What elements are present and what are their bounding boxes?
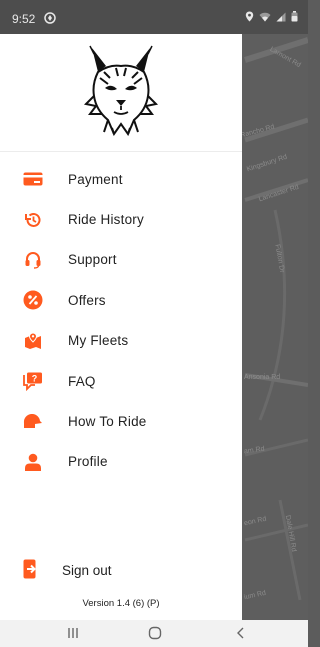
menu-item-label: My Fleets <box>68 333 129 349</box>
home-button[interactable] <box>148 626 162 645</box>
app-version: Version 1.4 (6) (P) <box>82 598 160 609</box>
lynx-logo <box>83 45 159 136</box>
menu-item-offers[interactable]: Offers <box>0 280 242 320</box>
menu-item-label: Payment <box>68 171 123 187</box>
credit-card-icon <box>22 168 44 190</box>
helmet-icon <box>22 411 44 433</box>
signal-icon <box>276 11 286 25</box>
wifi-icon <box>259 11 271 25</box>
question-chat-icon: ? <box>22 370 44 392</box>
menu-item-label: FAQ <box>68 373 96 389</box>
menu-item-label: Support <box>68 252 117 268</box>
sign-out-label: Sign out <box>62 562 112 578</box>
app-notification-icon <box>44 12 56 27</box>
status-time: 9:52 <box>12 12 36 26</box>
svg-text:?: ? <box>32 373 38 383</box>
sign-out-icon <box>23 559 41 584</box>
street-label: Ansonia Rd <box>244 374 281 381</box>
location-icon <box>245 11 254 25</box>
menu-item-label: Offers <box>68 292 106 308</box>
menu-item-payment[interactable]: Payment <box>0 159 242 199</box>
menu-item-profile[interactable]: Profile <box>0 442 242 482</box>
recent-apps-button[interactable] <box>66 626 80 645</box>
system-navigation-bar <box>0 620 308 647</box>
menu-item-faq[interactable]: ? FAQ <box>0 361 242 401</box>
menu-item-support[interactable]: Support <box>0 240 242 280</box>
navigation-drawer: Payment Ride History Support Offers My F… <box>0 34 242 620</box>
menu-item-ride-history[interactable]: Ride History <box>0 199 242 239</box>
history-icon <box>22 209 44 231</box>
headset-icon <box>22 249 44 271</box>
back-button[interactable] <box>234 626 248 645</box>
menu-item-label: Profile <box>68 454 108 470</box>
drawer-header <box>0 34 242 152</box>
menu-item-label: Ride History <box>68 212 144 228</box>
menu-item-label: How To Ride <box>68 414 147 430</box>
menu-item-my-fleets[interactable]: My Fleets <box>0 321 242 361</box>
status-bar: 9:52 <box>0 0 308 34</box>
map-pin-icon <box>22 330 44 352</box>
percent-badge-icon <box>22 289 44 311</box>
drawer-menu: Payment Ride History Support Offers My F… <box>0 159 242 482</box>
person-icon <box>22 451 44 473</box>
sign-out-button[interactable]: Sign out <box>0 558 242 582</box>
battery-icon <box>291 11 298 25</box>
menu-item-how-to-ride[interactable]: How To Ride <box>0 401 242 441</box>
